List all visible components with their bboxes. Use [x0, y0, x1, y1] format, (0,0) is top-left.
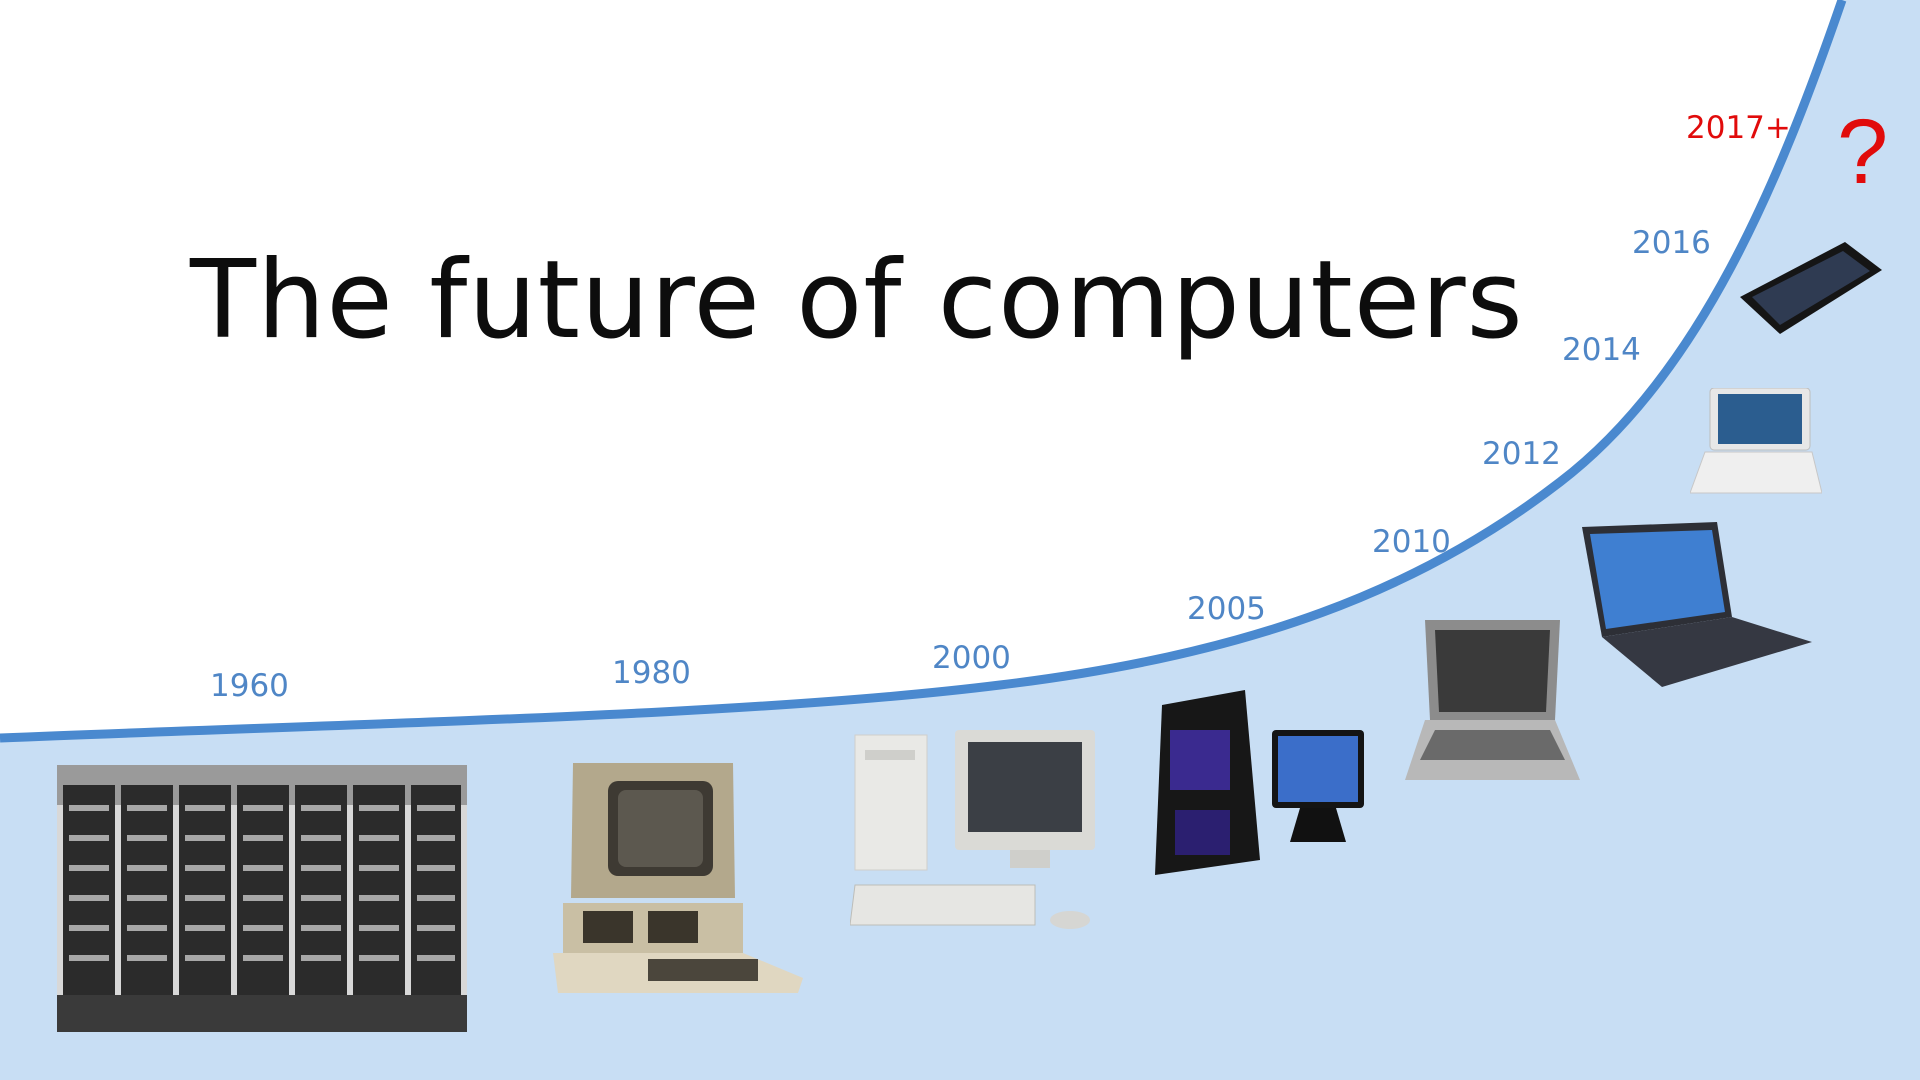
year-label-2016: 2016 [1632, 225, 1711, 261]
year-label-2000: 2000 [932, 640, 1011, 676]
year-label-2012: 2012 [1482, 436, 1561, 472]
laptop-photo [1405, 620, 1580, 780]
year-label-2010: 2010 [1372, 524, 1451, 560]
year-label-2005: 2005 [1187, 591, 1266, 627]
desktop-pc-photo [850, 730, 1095, 929]
year-label-1960: 1960 [210, 668, 289, 704]
question-mark-icon: ? [1837, 101, 1889, 203]
smartphone-photo [1740, 242, 1882, 334]
personal-computer-photo [553, 763, 803, 993]
year-label-2014: 2014 [1562, 332, 1641, 368]
gaming-pc-photo [1155, 690, 1364, 875]
netbook-photo [1690, 388, 1822, 494]
slide: The future of computers 1960 1980 2000 2… [0, 0, 1920, 1080]
slide-title: The future of computers [190, 238, 1524, 363]
year-label-future: 2017+ [1686, 110, 1791, 146]
year-label-1980: 1980 [612, 655, 691, 691]
ultrabook-photo [1582, 522, 1812, 687]
mainframe-computer-photo [57, 765, 467, 1032]
